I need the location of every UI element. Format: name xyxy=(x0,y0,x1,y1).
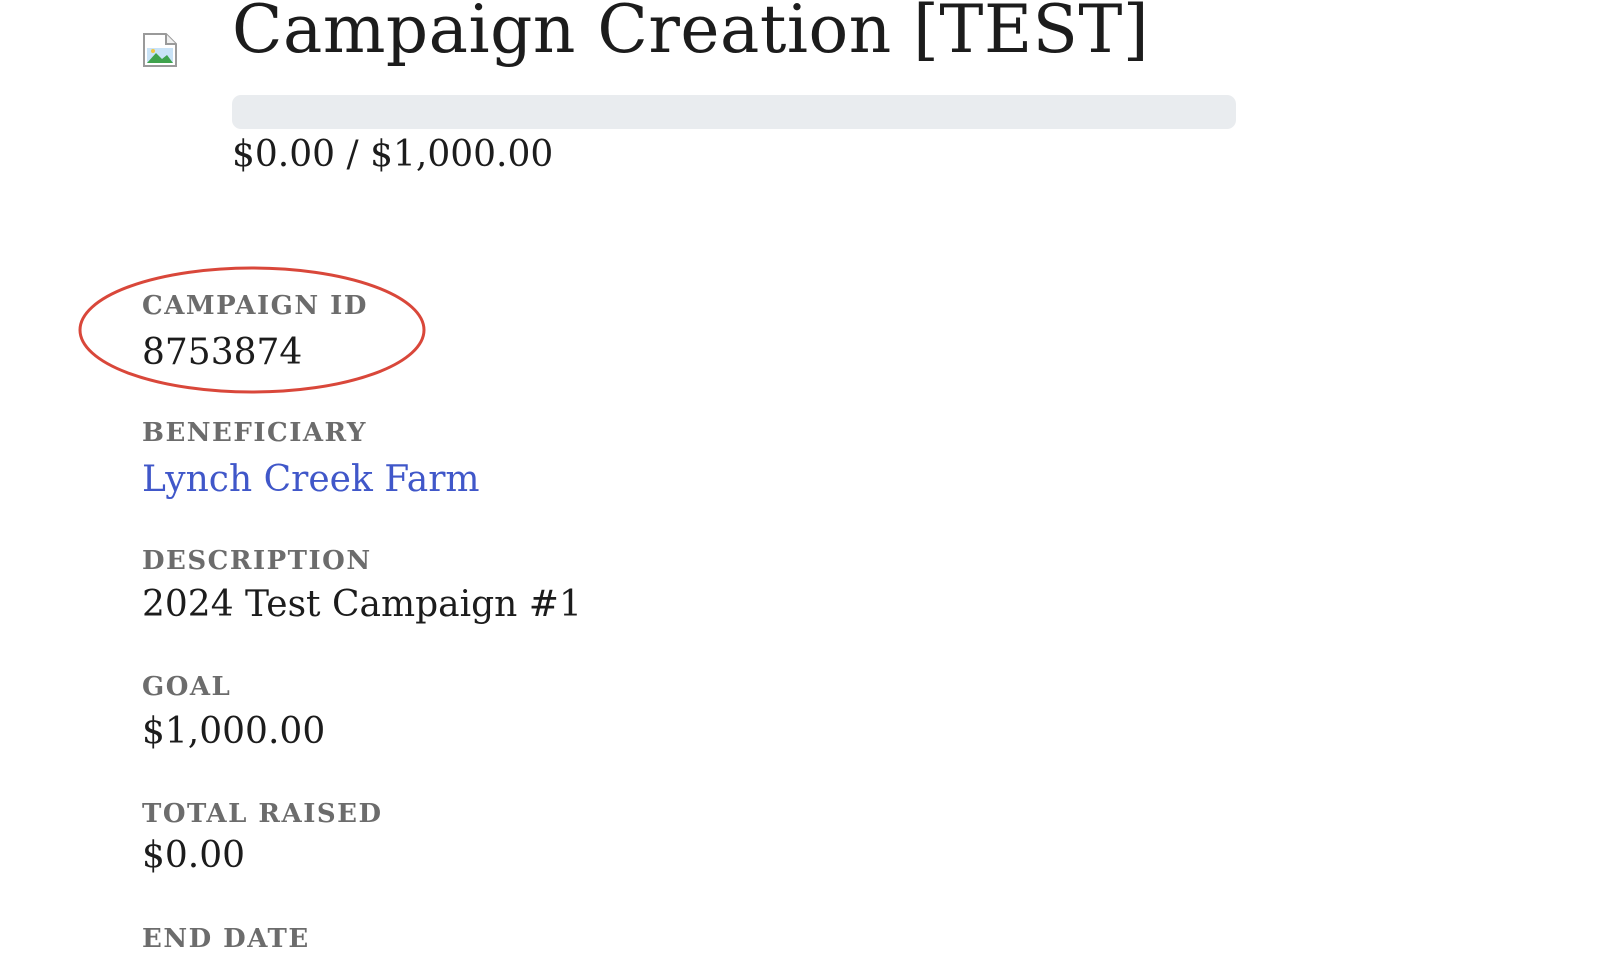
description-label: DESCRIPTION xyxy=(142,546,372,576)
description-value: 2024 Test Campaign #1 xyxy=(142,584,582,625)
beneficiary-label: BENEFICIARY xyxy=(142,418,367,448)
progress-amount-text: $0.00 / $1,000.00 xyxy=(232,134,554,175)
campaign-id-value: 8753874 xyxy=(142,332,303,373)
beneficiary-link[interactable]: Lynch Creek Farm xyxy=(142,458,480,502)
goal-value: $1,000.00 xyxy=(142,711,326,752)
goal-label: GOAL xyxy=(142,672,232,702)
end-date-label: END DATE xyxy=(142,924,310,954)
total-raised-label: TOTAL RAISED xyxy=(142,799,383,829)
campaign-progress-bar xyxy=(232,95,1236,129)
campaign-id-label: CAMPAIGN ID xyxy=(142,291,368,321)
page-title: Campaign Creation [TEST] xyxy=(232,0,1150,68)
total-raised-value: $0.00 xyxy=(142,835,246,876)
broken-image-icon xyxy=(142,32,178,68)
